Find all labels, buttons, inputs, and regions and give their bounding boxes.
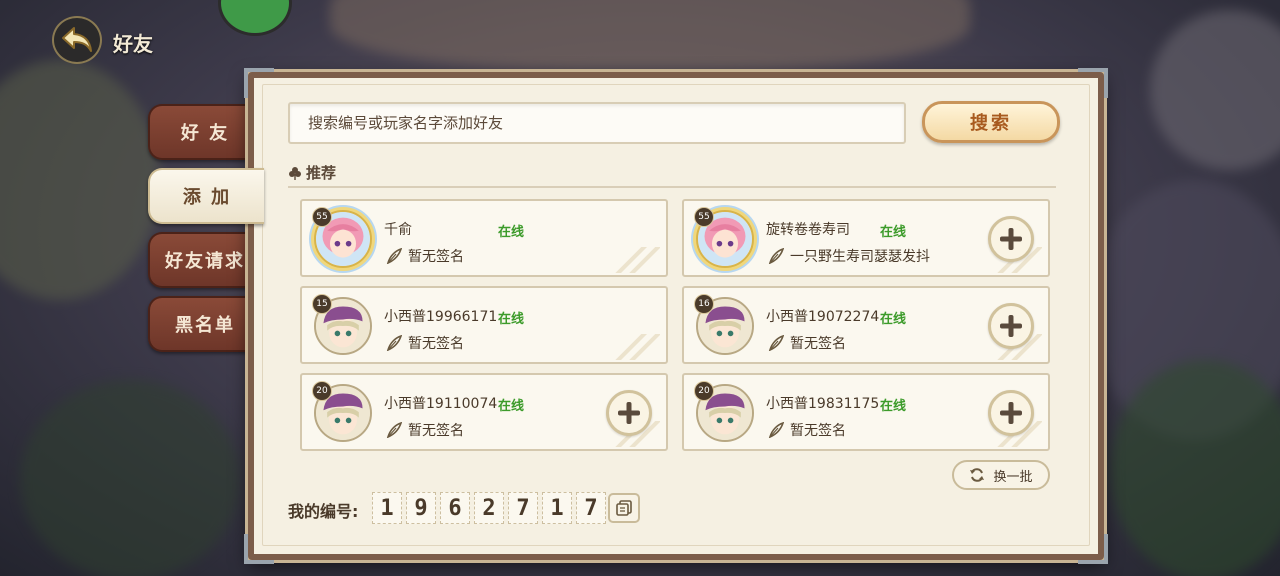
signature: 暂无签名	[386, 420, 464, 440]
corner-ornament	[244, 68, 274, 98]
copy-id-button[interactable]	[608, 493, 640, 523]
signature: 暂无签名	[386, 333, 464, 353]
player-name: 千俞	[384, 222, 412, 238]
level-badge: 20	[694, 381, 714, 401]
id-digit: 6	[440, 492, 470, 524]
feather-icon	[768, 335, 784, 351]
level-badge: 55	[694, 207, 714, 227]
corner-ornament	[1078, 68, 1108, 98]
player-name: 小西普19966171	[384, 309, 498, 325]
online-status: 在线	[498, 399, 525, 414]
id-digit: 1	[542, 492, 572, 524]
friend-card: 15 小西普19966171 在线 暂无签名	[300, 286, 668, 364]
signature: 一只野生寿司瑟瑟发抖	[768, 246, 930, 266]
friend-card: 55 旋转卷卷寿司 在线 一只野生寿司瑟瑟发抖	[682, 199, 1050, 277]
refresh-button[interactable]: 换一批	[952, 460, 1050, 490]
friend-card: 16 小西普19072274 在线 暂无签名	[682, 286, 1050, 364]
player-name: 小西普19110074	[384, 396, 498, 412]
background-scenery	[20, 380, 240, 576]
online-status: 在线	[880, 312, 907, 327]
signature: 暂无签名	[768, 420, 846, 440]
online-status: 在线	[498, 312, 525, 327]
top-badge: 6862	[218, 0, 292, 36]
corner-ornament	[244, 534, 274, 564]
online-status: 在线	[498, 225, 525, 240]
card-decoration	[604, 247, 660, 273]
feather-icon	[386, 335, 402, 351]
search-input[interactable]	[288, 102, 906, 144]
id-digit: 7	[576, 492, 606, 524]
signature: 暂无签名	[386, 246, 464, 266]
background-scenery	[1150, 10, 1280, 170]
level-badge: 15	[312, 294, 332, 314]
feather-icon	[768, 248, 784, 264]
clover-icon	[289, 166, 301, 180]
background-scenery	[330, 0, 970, 70]
online-status: 在线	[880, 399, 907, 414]
level-badge: 20	[312, 381, 332, 401]
signature-text: 暂无签名	[408, 249, 464, 265]
plus-icon	[1000, 315, 1022, 337]
divider	[288, 186, 1056, 188]
player-name: 旋转卷卷寿司	[766, 222, 850, 238]
background-scenery	[0, 60, 160, 300]
add-friend-button[interactable]	[988, 303, 1034, 349]
signature-text: 一只野生寿司瑟瑟发抖	[790, 249, 930, 265]
corner-ornament	[1078, 534, 1108, 564]
tab-friends[interactable]: 好 友	[148, 104, 260, 160]
feather-icon	[386, 422, 402, 438]
id-digit: 1	[372, 492, 402, 524]
page-title: 好友	[113, 32, 153, 56]
plus-icon	[1000, 228, 1022, 250]
id-digit: 9	[406, 492, 436, 524]
back-button[interactable]	[52, 16, 102, 64]
signature-text: 暂无签名	[790, 423, 846, 439]
player-name: 小西普19831175	[766, 396, 880, 412]
signature-text: 暂无签名	[408, 423, 464, 439]
id-digit: 7	[508, 492, 538, 524]
search-button[interactable]: 搜索	[922, 101, 1060, 143]
friend-card: 55 千俞 在线 暂无签名	[300, 199, 668, 277]
add-friend-button[interactable]	[988, 216, 1034, 262]
signature-text: 暂无签名	[790, 336, 846, 352]
friend-card: 20 小西普19831175 在线 暂无签名	[682, 373, 1050, 451]
feather-icon	[386, 248, 402, 264]
level-badge: 55	[312, 207, 332, 227]
copy-icon	[616, 500, 632, 516]
card-decoration	[604, 334, 660, 360]
refresh-label: 换一批	[993, 469, 1033, 485]
signature: 暂无签名	[768, 333, 846, 353]
my-id-digits: 1 9 6 2 7 1 7	[372, 492, 606, 524]
recommend-title: 推荐	[306, 164, 337, 182]
player-name: 小西普19072274	[766, 309, 880, 325]
refresh-icon	[970, 468, 985, 482]
id-digit: 2	[474, 492, 504, 524]
tab-blacklist[interactable]: 黑名单	[148, 296, 260, 352]
back-arrow-icon	[62, 27, 92, 52]
feather-icon	[768, 422, 784, 438]
recommend-header: 推荐	[288, 162, 336, 183]
friend-card: 20 小西普19110074 在线 暂无签名	[300, 373, 668, 451]
signature-text: 暂无签名	[408, 336, 464, 352]
add-friend-button[interactable]	[988, 390, 1034, 436]
tab-add[interactable]: 添 加	[148, 168, 264, 224]
tab-friend-requests[interactable]: 好友请求	[148, 232, 260, 288]
plus-icon	[618, 402, 640, 424]
add-friend-button[interactable]	[606, 390, 652, 436]
online-status: 在线	[880, 225, 907, 240]
my-id-label: 我的编号:	[288, 502, 359, 521]
level-badge: 16	[694, 294, 714, 314]
plus-icon	[1000, 402, 1022, 424]
